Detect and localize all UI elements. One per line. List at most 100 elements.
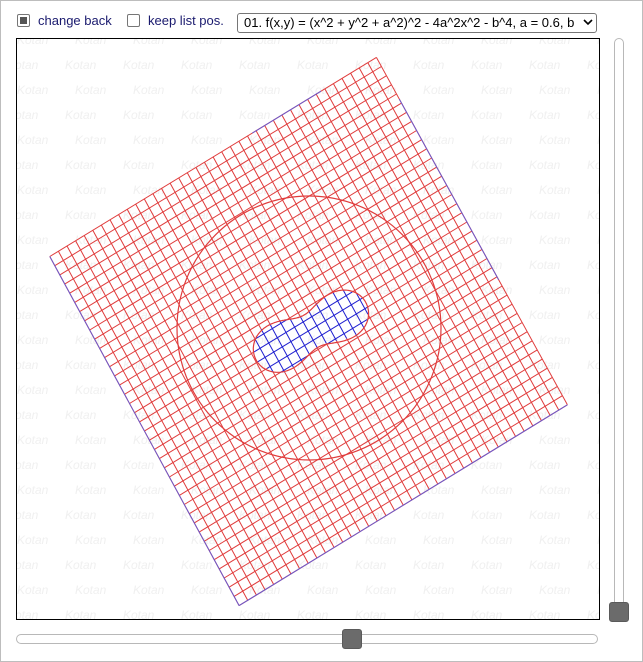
watermark-text: Kotan — [65, 158, 97, 172]
watermark-text: Kotan — [191, 583, 223, 597]
watermark-text: Kotan — [587, 108, 600, 122]
change-back-checkbox[interactable] — [17, 14, 30, 27]
watermark-text: Kotan — [597, 533, 600, 547]
watermark-text: Kotan — [529, 58, 561, 72]
watermark-text: Kotan — [17, 583, 49, 597]
watermark-text: Kotan — [355, 558, 387, 572]
watermark-text: Kotan — [65, 458, 97, 472]
watermark-text: Kotan — [539, 583, 571, 597]
zoom-slider[interactable] — [606, 38, 634, 630]
watermark-text: Kotan — [65, 408, 97, 422]
watermark-text: Kotan — [249, 83, 281, 97]
watermark-text: Kotan — [539, 333, 571, 347]
watermark-text: Kotan — [181, 108, 213, 122]
watermark-text: Kotan — [65, 308, 97, 322]
watermark-text: Kotan — [355, 608, 387, 620]
watermark-text: Kotan — [17, 258, 39, 272]
watermark-text: Kotan — [471, 58, 503, 72]
zoom-slider-thumb[interactable] — [609, 602, 629, 622]
rotation-slider-thumb[interactable] — [341, 629, 362, 649]
watermark-text: Kotan — [481, 383, 513, 397]
watermark-text: Kotan — [539, 83, 571, 97]
watermark-text: Kotan — [249, 383, 281, 397]
watermark-text: Kotan — [413, 608, 445, 620]
watermark-text: Kotan — [17, 158, 39, 172]
watermark-text: Kotan — [365, 39, 397, 47]
watermark-text: Kotan — [133, 483, 165, 497]
watermark-text: Kotan — [123, 358, 155, 372]
watermark-text: Kotan — [65, 108, 97, 122]
rotation-slider-track[interactable] — [16, 634, 598, 644]
watermark-text: Kotan — [191, 83, 223, 97]
watermark-text: Kotan — [413, 558, 445, 572]
watermark-text: Kotan — [181, 408, 213, 422]
watermark-text: Kotan — [239, 108, 271, 122]
watermark-text: Kotan — [75, 183, 107, 197]
watermark-text: Kotan — [471, 558, 503, 572]
watermark-text: Kotan — [471, 608, 503, 620]
watermark-text: Kotan — [529, 458, 561, 472]
watermark-text: Kotan — [17, 408, 39, 422]
watermark-text: Kotan — [17, 333, 49, 347]
watermark-text: Kotan — [597, 433, 600, 447]
watermark-text: Kotan — [597, 133, 600, 147]
watermark-text: Kotan — [17, 58, 39, 72]
watermark-text: Kotan — [597, 83, 600, 97]
watermark-text: Kotan — [123, 58, 155, 72]
watermark-text: Kotan — [65, 358, 97, 372]
watermark-text: Kotan — [239, 58, 271, 72]
watermark-text: Kotan — [423, 83, 455, 97]
watermark-text: Kotan — [529, 608, 561, 620]
watermark-text: Kotan — [75, 233, 107, 247]
watermark-text: Kotan — [539, 133, 571, 147]
watermark-text: Kotan — [355, 258, 387, 272]
watermark-text: Kotan — [65, 558, 97, 572]
rotation-slider[interactable] — [16, 628, 600, 652]
watermark-text: Kotan — [17, 608, 39, 620]
watermark-text: Kotan — [123, 158, 155, 172]
watermark-text: Kotan — [597, 283, 600, 297]
watermark-text: Kotan — [539, 39, 571, 47]
watermark-text: Kotan — [481, 39, 513, 47]
watermark-text: Kotan — [597, 483, 600, 497]
watermark-text: Kotan — [75, 133, 107, 147]
watermark-text: Kotan — [481, 133, 513, 147]
watermark-text: Kotan — [597, 39, 600, 47]
watermark-text: Kotan — [75, 39, 107, 47]
watermark-text: Kotan — [181, 58, 213, 72]
plot-canvas[interactable]: Kotan Kotan Kotan Kotan Kotan Kotan Kotan Kotan… — [16, 38, 600, 620]
watermark-text: Kotan — [529, 408, 561, 422]
inside-grid-line — [279, 321, 303, 363]
watermark-text: Kotan — [123, 108, 155, 122]
watermark-text: Kotan — [587, 208, 600, 222]
watermark-text: Kotan — [307, 583, 339, 597]
watermark-text: Kotan — [481, 533, 513, 547]
watermark-text: Kotan — [307, 133, 339, 147]
keep-list-pos-checkbox[interactable] — [127, 14, 140, 27]
watermark-text: Kotan — [529, 308, 561, 322]
watermark-text: Kotan — [587, 158, 600, 172]
watermark-text: Kotan — [365, 583, 397, 597]
zoom-slider-track[interactable] — [614, 38, 624, 622]
watermark-text: Kotan — [133, 133, 165, 147]
watermark-text: Kotan — [481, 83, 513, 97]
watermark-text: Kotan — [17, 133, 49, 147]
watermark-text: Kotan — [17, 558, 39, 572]
watermark-text: Kotan — [539, 283, 571, 297]
watermark-layer: Kotan Kotan Kotan Kotan Kotan Kotan Kotan Kotan… — [17, 39, 600, 620]
change-back-label[interactable]: change back — [38, 13, 112, 29]
watermark-text: Kotan — [597, 333, 600, 347]
watermark-text: Kotan — [597, 383, 600, 397]
watermark-text: Kotan — [297, 608, 329, 620]
watermark-text: Kotan — [75, 383, 107, 397]
watermark-text: Kotan — [17, 233, 49, 247]
watermark-text: Kotan — [597, 583, 600, 597]
keep-list-pos-label[interactable]: keep list pos. — [148, 13, 224, 29]
watermark-text: Kotan — [191, 133, 223, 147]
watermark-text: Kotan — [17, 39, 49, 47]
watermark-text: Kotan — [587, 408, 600, 422]
watermark-text: Kotan — [133, 83, 165, 97]
function-select[interactable]: 01. f(x,y) = (x^2 + y^2 + a^2)^2 - 4a^2x… — [237, 13, 597, 33]
watermark-text: Kotan — [481, 283, 513, 297]
watermark-text: Kotan — [75, 583, 107, 597]
